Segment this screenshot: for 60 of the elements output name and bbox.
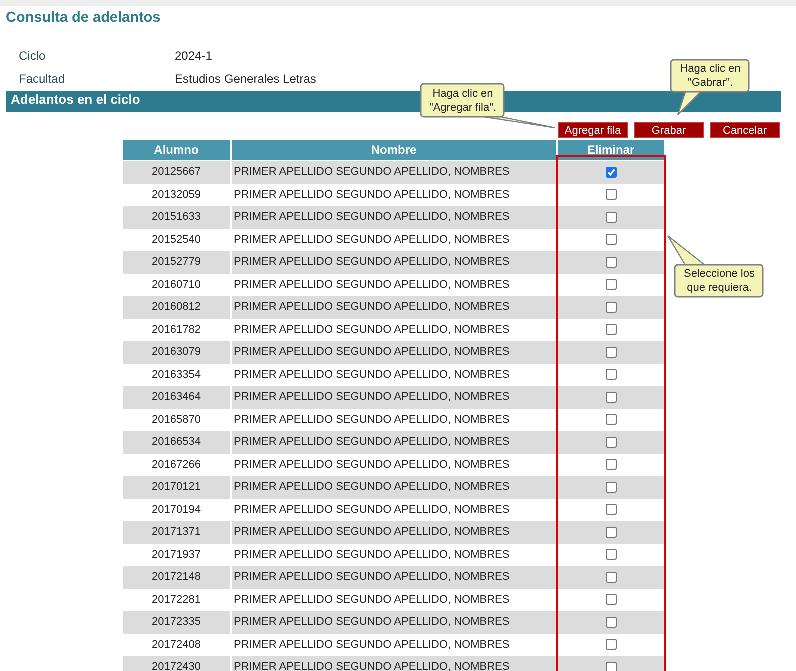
checkbox[interactable] xyxy=(606,639,616,650)
checkbox[interactable] xyxy=(606,369,616,380)
checkbox[interactable] xyxy=(606,392,616,403)
checkbox[interactable] xyxy=(606,662,616,671)
table-cell: PRIMER APELLIDO SEGUNDO APELLIDO, NOMBRES xyxy=(232,341,556,364)
table-cell: PRIMER APELLIDO SEGUNDO APELLIDO, NOMBRES xyxy=(232,296,556,318)
field-value: 2024-1 xyxy=(175,48,212,65)
table-cell: PRIMER APELLIDO SEGUNDO APELLIDO, NOMBRES xyxy=(232,476,556,498)
field-label: Facultad xyxy=(19,71,66,88)
checkbox[interactable] xyxy=(606,346,616,358)
table-cell: 20172430 xyxy=(123,656,230,671)
callout-text: Seleccione los que requiera. xyxy=(683,267,756,295)
column-header: Eliminar xyxy=(558,140,664,160)
table-cell: 20170121 xyxy=(123,476,230,498)
column-header: Nombre xyxy=(232,140,556,160)
table-cell: 20163464 xyxy=(123,386,230,408)
checkbox[interactable] xyxy=(606,482,616,493)
table-cell: 20166534 xyxy=(123,431,230,454)
checkbox[interactable] xyxy=(606,166,616,178)
table-cell: 20125667 xyxy=(123,161,230,184)
checkbox[interactable] xyxy=(606,256,616,268)
checkbox[interactable] xyxy=(606,324,616,336)
table-cell: PRIMER APELLIDO SEGUNDO APELLIDO, NOMBRES xyxy=(232,566,556,588)
checkbox[interactable] xyxy=(606,616,616,628)
table-cell: PRIMER APELLIDO SEGUNDO APELLIDO, NOMBRES xyxy=(232,611,556,634)
field-label: Ciclo xyxy=(19,48,47,65)
checkbox[interactable] xyxy=(606,459,616,470)
column-header: Alumno xyxy=(123,140,230,160)
action-button[interactable]: Agregar fila xyxy=(558,122,628,138)
checkbox[interactable] xyxy=(606,302,616,313)
table-cell: 20172335 xyxy=(123,611,230,634)
table-cell: PRIMER APELLIDO SEGUNDO APELLIDO, NOMBRES xyxy=(232,521,556,544)
callout-text: Haga clic en "Gabrar". xyxy=(679,62,742,90)
checkbox[interactable] xyxy=(606,279,616,290)
action-button[interactable]: Grabar xyxy=(634,122,704,138)
checkbox[interactable] xyxy=(606,234,616,246)
table-cell: 20171371 xyxy=(123,521,230,544)
callout-text: Haga clic en "Agregar fila". xyxy=(428,86,498,114)
checkbox[interactable] xyxy=(606,189,616,200)
table-cell: PRIMER APELLIDO SEGUNDO APELLIDO, NOMBRES xyxy=(232,161,556,184)
checkbox[interactable] xyxy=(606,436,616,448)
table-cell: PRIMER APELLIDO SEGUNDO APELLIDO, NOMBRES xyxy=(232,251,556,274)
checkbox[interactable] xyxy=(606,504,616,516)
checkbox[interactable] xyxy=(606,212,616,223)
field-value: Estudios Generales Letras xyxy=(175,71,316,88)
checkbox[interactable] xyxy=(606,572,616,583)
table-cell: 20152779 xyxy=(123,251,230,274)
table-cell: 20160812 xyxy=(123,296,230,318)
page-title: Consulta de adelantos xyxy=(6,9,162,28)
action-button[interactable]: Cancelar xyxy=(710,122,780,138)
checkbox[interactable] xyxy=(606,414,616,426)
checkbox[interactable] xyxy=(606,526,616,538)
table-cell: PRIMER APELLIDO SEGUNDO APELLIDO, NOMBRES xyxy=(232,431,556,454)
table-cell: 20172148 xyxy=(123,566,230,588)
table-cell: PRIMER APELLIDO SEGUNDO APELLIDO, NOMBRES xyxy=(232,206,556,228)
checkbox[interactable] xyxy=(606,594,616,606)
table-cell: 20151633 xyxy=(123,206,230,228)
table-cell: 20163079 xyxy=(123,341,230,364)
checkbox[interactable] xyxy=(606,549,616,560)
table-cell: PRIMER APELLIDO SEGUNDO APELLIDO, NOMBRES xyxy=(232,386,556,408)
